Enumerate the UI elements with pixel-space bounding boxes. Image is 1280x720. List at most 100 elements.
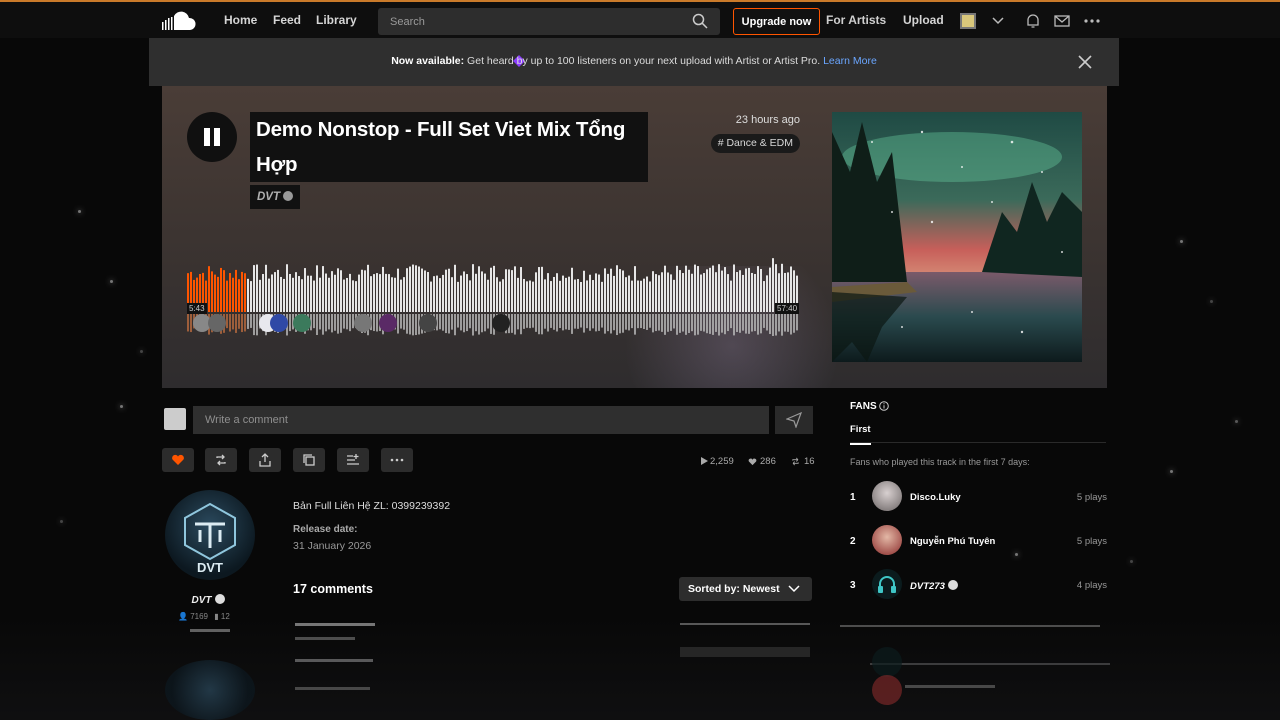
waveform-bar — [337, 268, 339, 312]
artist-name-link[interactable]: DVT — [165, 594, 251, 606]
comment-avatar[interactable] — [379, 314, 397, 332]
chevron-down-icon[interactable] — [989, 12, 1007, 30]
waveform-bar-reflection — [706, 314, 708, 334]
posted-time: 23 hours ago — [735, 114, 800, 126]
nav-library-link[interactable]: Library — [316, 13, 357, 27]
waveform-bar-reflection — [253, 314, 255, 336]
waveform-bar-reflection — [415, 314, 417, 336]
waveform-bar — [535, 272, 537, 312]
nav-home-link[interactable]: Home — [224, 13, 257, 27]
waveform-bar — [388, 274, 390, 312]
waveform-bar — [700, 274, 702, 312]
waveform-bar — [493, 265, 495, 312]
waveform-bar-reflection — [439, 314, 441, 330]
waveform-bar-reflection — [325, 314, 327, 332]
add-to-playlist-button[interactable] — [337, 448, 369, 472]
like-button[interactable] — [162, 448, 194, 472]
waveform-bar — [259, 279, 261, 312]
pause-button[interactable] — [187, 112, 237, 162]
fan-item[interactable]: 1 Disco.Luky 5 plays — [850, 481, 1108, 513]
artist-avatar[interactable]: DVT — [165, 490, 255, 580]
waveform-bar-reflection — [451, 314, 453, 330]
waveform-bar — [604, 268, 606, 312]
waveform-bar — [238, 279, 240, 312]
repost-icon — [216, 454, 226, 466]
fan-item[interactable]: 3 DVT273 4 plays — [850, 569, 1108, 601]
share-button[interactable] — [249, 448, 281, 472]
waveform-bar-reflection — [238, 314, 240, 329]
waveform-bar — [622, 270, 624, 312]
nav-upload-link[interactable]: Upload — [903, 13, 944, 27]
waveform-bar-reflection — [469, 314, 471, 329]
fan-rank: 1 — [850, 492, 856, 503]
waveform-bar-reflection — [757, 314, 759, 335]
waveform-bar-reflection — [328, 314, 330, 330]
waveform-bar-reflection — [334, 314, 336, 331]
waveform-bar — [256, 264, 258, 312]
sort-comments-dropdown[interactable]: Sorted by: Newest — [679, 577, 812, 601]
repost-button[interactable] — [205, 448, 237, 472]
waveform-bar — [223, 270, 225, 312]
waveform-bar-reflection — [565, 314, 567, 330]
search-icon[interactable] — [692, 13, 708, 29]
verified-badge-icon — [214, 594, 225, 604]
waveform-bar — [394, 277, 396, 312]
search-input[interactable] — [378, 8, 678, 35]
copy-link-button[interactable] — [293, 448, 325, 472]
more-options-icon[interactable] — [1083, 12, 1101, 30]
track-artwork[interactable] — [832, 112, 1082, 362]
waveform-bar-reflection — [670, 314, 672, 331]
nav-feed-link[interactable]: Feed — [273, 13, 301, 27]
genre-tag[interactable]: # Dance & EDM — [710, 134, 800, 153]
waveform-bar — [736, 272, 738, 312]
more-actions-button[interactable] — [381, 448, 413, 472]
soundcloud-logo-icon[interactable] — [160, 10, 202, 32]
waveform-bar — [352, 280, 354, 312]
learn-more-link[interactable]: Learn More — [823, 55, 877, 67]
copy-icon — [303, 454, 315, 466]
waveform-bar — [760, 269, 762, 312]
waveform-bar — [214, 274, 216, 312]
waveform-bar — [289, 273, 291, 312]
comment-avatar[interactable] — [419, 314, 437, 332]
playlist-add-icon — [347, 454, 359, 465]
waveform-bar — [415, 265, 417, 312]
waveform-bar — [253, 265, 255, 312]
send-comment-button[interactable] — [775, 406, 813, 434]
waveform-bar-reflection — [652, 314, 654, 333]
notifications-bell-icon[interactable] — [1024, 12, 1042, 30]
upgrade-now-button[interactable]: Upgrade now — [733, 8, 820, 35]
waveform-bar-reflection — [628, 314, 630, 331]
elapsed-time: 5:43 — [187, 303, 207, 314]
track-artist-link[interactable]: DVT — [250, 185, 300, 209]
comment-avatar[interactable] — [208, 314, 226, 332]
waveform-bar-reflection — [592, 314, 594, 329]
close-icon[interactable] — [1077, 54, 1093, 70]
comment-avatar[interactable] — [293, 314, 311, 332]
waveform-bar-reflection — [337, 314, 339, 334]
waveform-bar-reflection — [778, 314, 780, 332]
comment-avatar[interactable] — [270, 314, 288, 332]
fans-divider — [850, 442, 1106, 443]
banner-message: Now available: Get heard by up to 100 li… — [149, 55, 1119, 67]
waveform-bar — [757, 266, 759, 312]
fan-item[interactable]: 2 Nguyễn Phú Tuyên 5 plays — [850, 525, 1108, 557]
waveform-bar-reflection — [679, 314, 681, 333]
messages-envelope-icon[interactable] — [1053, 12, 1071, 30]
waveform-bar — [391, 277, 393, 312]
reposts-icon — [792, 457, 799, 466]
waveform-bar — [433, 276, 435, 312]
waveform-bar — [466, 274, 468, 312]
reflection-overlay — [0, 615, 1280, 720]
waveform-bar-reflection — [754, 314, 756, 332]
user-avatar[interactable] — [960, 13, 976, 29]
comment-avatar[interactable] — [492, 314, 510, 332]
comment-avatar[interactable] — [354, 314, 372, 332]
waveform-bar — [268, 278, 270, 312]
waveform-bar — [559, 280, 561, 312]
comment-input[interactable] — [193, 406, 769, 434]
waveform-bar-reflection — [346, 314, 348, 330]
waveform-bar — [607, 273, 609, 312]
nav-for-artists-link[interactable]: For Artists — [826, 13, 886, 27]
info-icon[interactable] — [879, 401, 889, 411]
